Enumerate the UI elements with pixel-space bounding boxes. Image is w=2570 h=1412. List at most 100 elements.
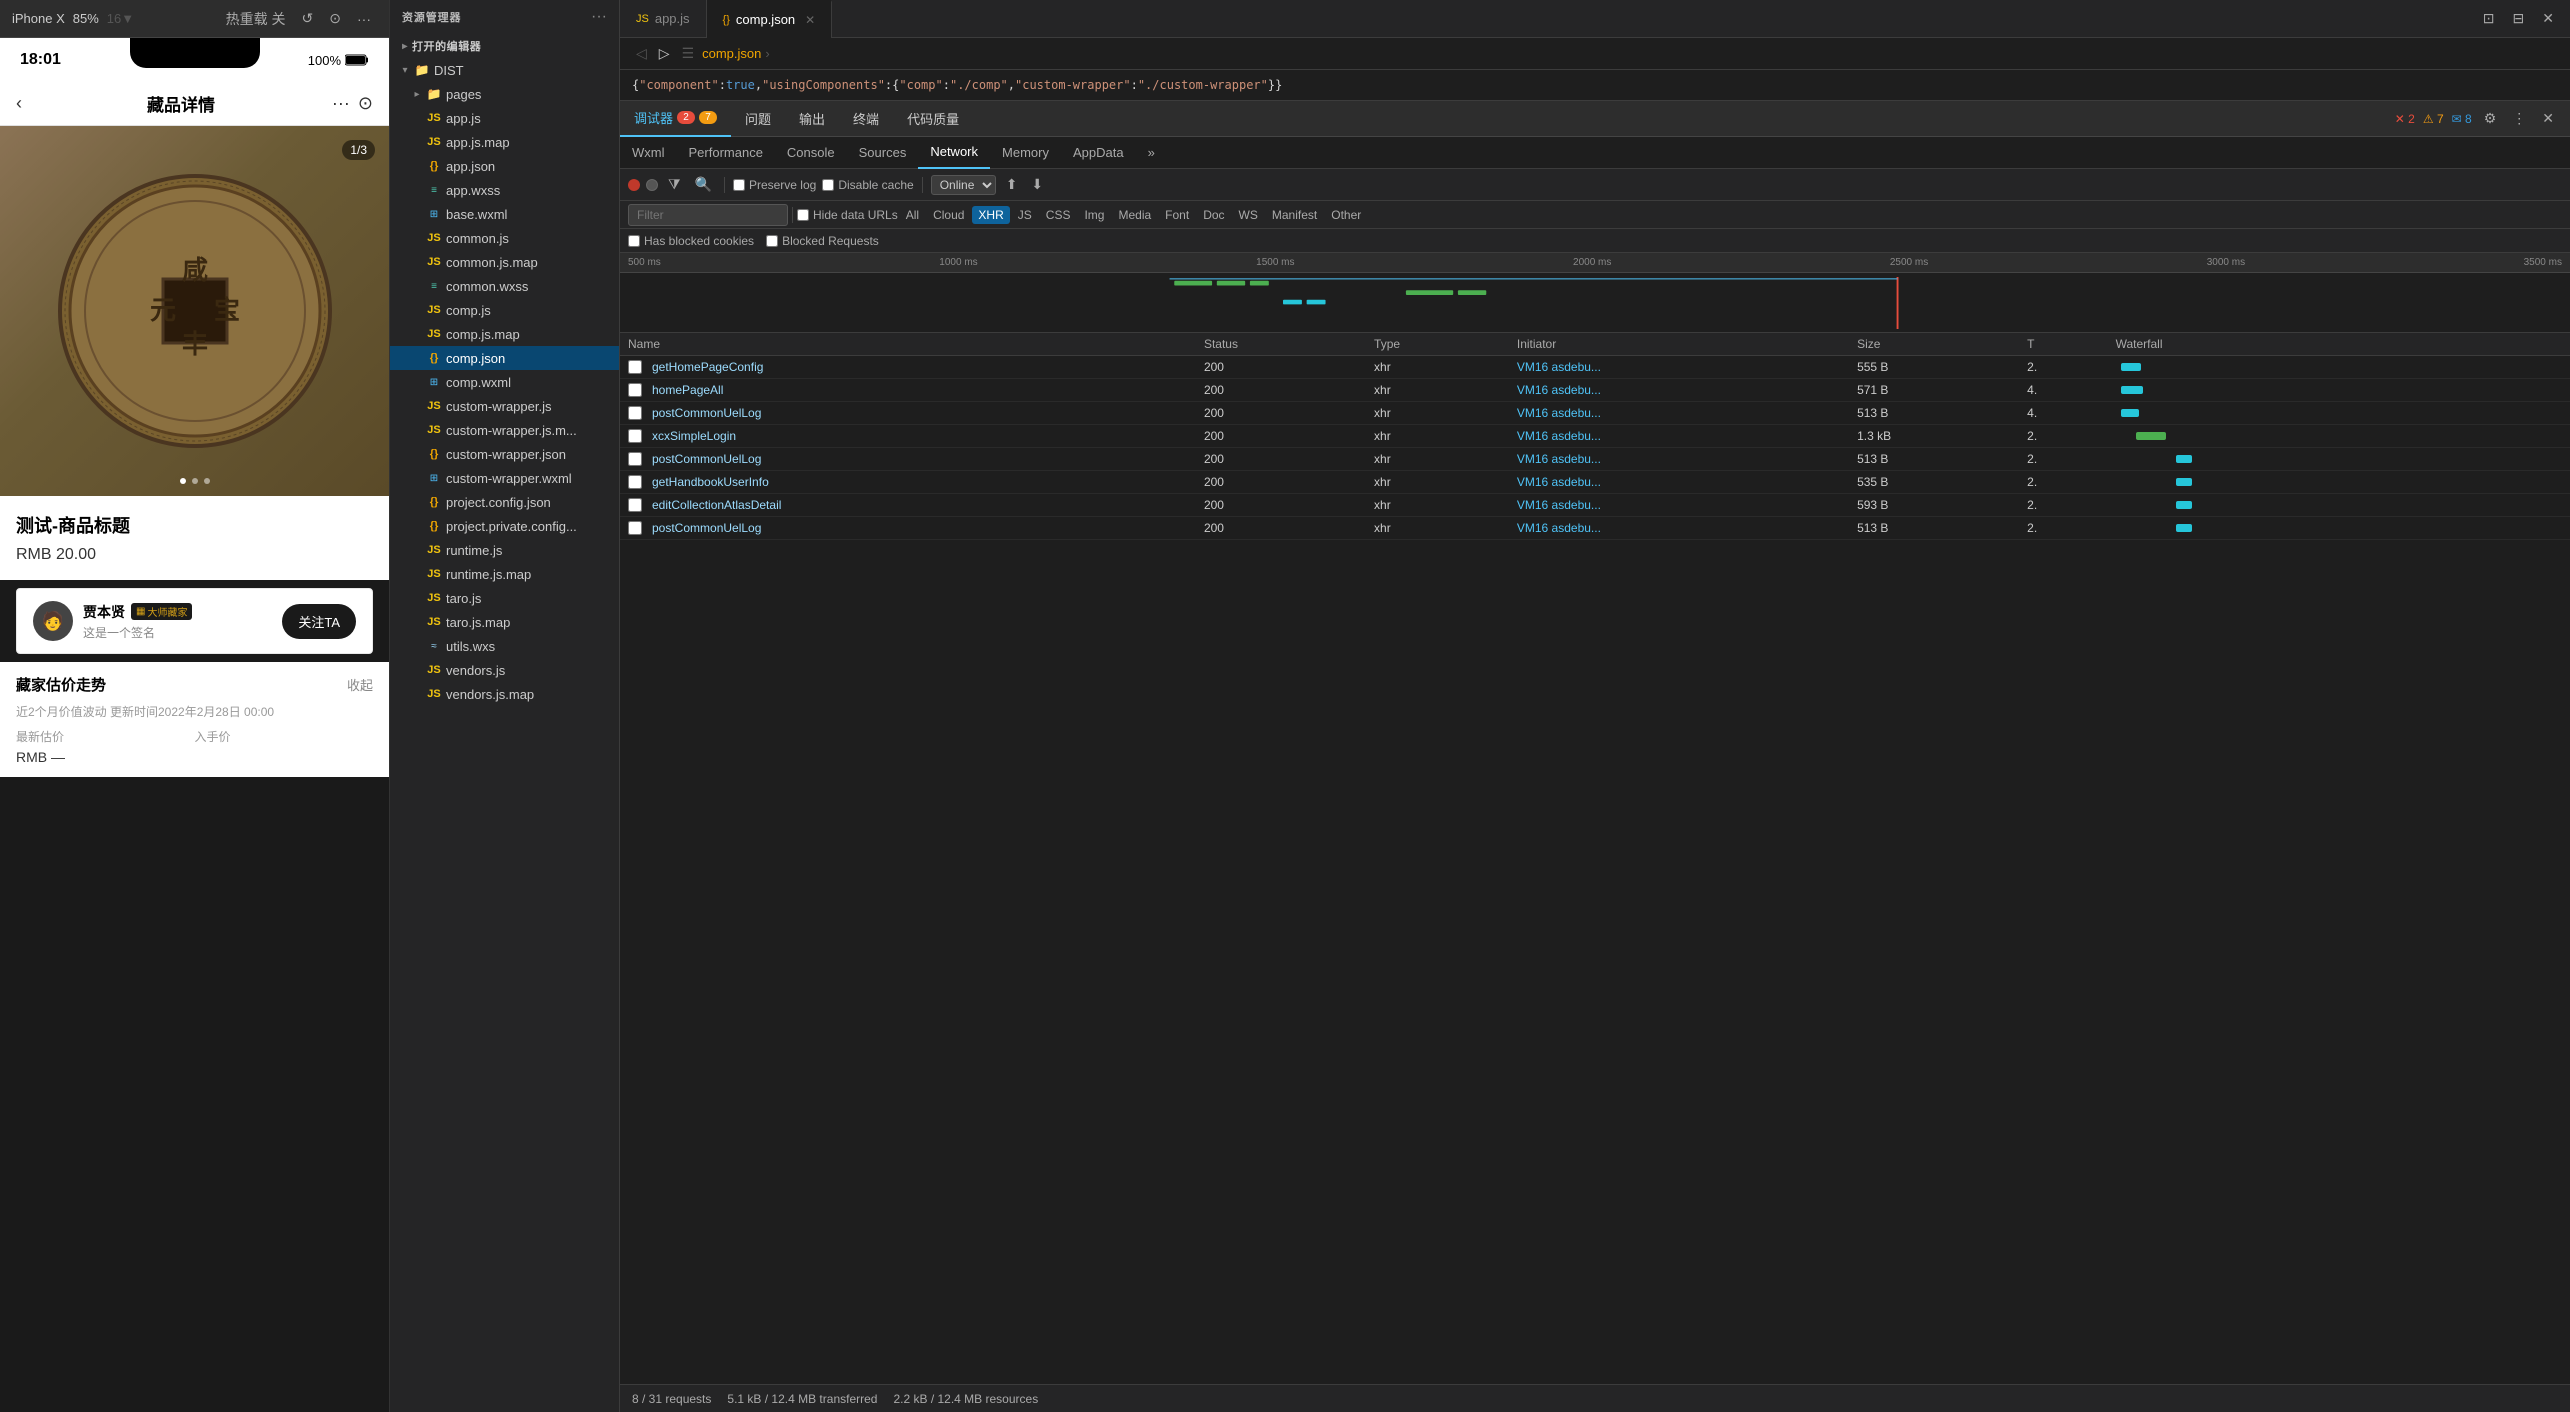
breadcrumb-forward-btn[interactable]: ▷	[655, 43, 674, 64]
devtools-layout-btn[interactable]: ⊟	[2509, 8, 2529, 29]
file-customwrapperjsmap[interactable]: JS custom-wrapper.js.m...	[390, 418, 619, 442]
file-compjsmap[interactable]: JS comp.js.map	[390, 322, 619, 346]
row-checkbox-4[interactable]	[628, 452, 642, 466]
file-appwxss[interactable]: ≡ app.wxss	[390, 178, 619, 202]
record-btn[interactable]: ⊙	[323, 7, 347, 31]
filter-all[interactable]: All	[900, 206, 925, 224]
file-runtimejs[interactable]: JS runtime.js	[390, 538, 619, 562]
preserve-log-label[interactable]: Preserve log	[733, 178, 816, 192]
file-vendorsjs[interactable]: JS vendors.js	[390, 658, 619, 682]
file-tarojsmap[interactable]: JS taro.js.map	[390, 610, 619, 634]
file-projectconfig[interactable]: {} project.config.json	[390, 490, 619, 514]
blocked-requests-label[interactable]: Blocked Requests	[766, 234, 879, 248]
tab-memory[interactable]: Memory	[990, 137, 1061, 169]
tab-compjson[interactable]: {} comp.json ✕	[707, 0, 833, 38]
file-customwrapperjs[interactable]: JS custom-wrapper.js	[390, 394, 619, 418]
row-checkbox-2[interactable]	[628, 406, 642, 420]
table-row[interactable]: editCollectionAtlasDetail 200 xhr VM16 a…	[620, 494, 2570, 517]
breadcrumb-back-btn[interactable]: ◁	[632, 43, 651, 64]
table-row[interactable]: getHomePageConfig 200 xhr VM16 asdebu...…	[620, 356, 2570, 379]
tab-terminal[interactable]: 终端	[839, 101, 893, 137]
filter-xhr[interactable]: XHR	[972, 206, 1009, 224]
tab-issues[interactable]: 问题	[731, 101, 785, 137]
clear-circle[interactable]	[646, 179, 658, 191]
file-utilswxs[interactable]: ≈ utils.wxs	[390, 634, 619, 658]
tab-network[interactable]: Network	[918, 137, 990, 169]
initiator-link-3[interactable]: VM16 asdebu...	[1517, 429, 1601, 443]
tab-more[interactable]: »	[1136, 137, 1167, 169]
tab-output[interactable]: 输出	[785, 101, 839, 137]
more-options-btn[interactable]: ···	[332, 93, 350, 114]
hide-data-urls-checkbox[interactable]	[797, 209, 809, 221]
breadcrumb-menu-btn[interactable]: ☰	[678, 43, 699, 64]
file-commonwxss[interactable]: ≡ common.wxss	[390, 274, 619, 298]
file-projectprivate[interactable]: {} project.private.config...	[390, 514, 619, 538]
file-compjson[interactable]: {} comp.json	[390, 346, 619, 370]
file-appjson[interactable]: {} app.json	[390, 154, 619, 178]
file-customwrapperwxml[interactable]: ⊞ custom-wrapper.wxml	[390, 466, 619, 490]
filter-cloud[interactable]: Cloud	[927, 206, 970, 224]
row-checkbox-3[interactable]	[628, 429, 642, 443]
pages-folder[interactable]: ▸ 📁 pages	[390, 82, 619, 106]
throttle-select[interactable]: Online	[931, 175, 996, 195]
initiator-link-0[interactable]: VM16 asdebu...	[1517, 360, 1601, 374]
disable-cache-label[interactable]: Disable cache	[822, 178, 913, 192]
blocked-requests-checkbox[interactable]	[766, 235, 778, 247]
file-compjs[interactable]: JS comp.js	[390, 298, 619, 322]
refresh-btn[interactable]: ↺	[296, 7, 320, 31]
table-row[interactable]: homePageAll 200 xhr VM16 asdebu... 571 B…	[620, 379, 2570, 402]
row-checkbox-0[interactable]	[628, 360, 642, 374]
file-tarojs[interactable]: JS taro.js	[390, 586, 619, 610]
row-checkbox-7[interactable]	[628, 521, 642, 535]
blocked-cookies-checkbox[interactable]	[628, 235, 640, 247]
tab-codequality[interactable]: 代码质量	[893, 101, 973, 137]
table-row[interactable]: postCommonUelLog 200 xhr VM16 asdebu... …	[620, 448, 2570, 471]
devtools-remote-btn[interactable]: ⊡	[2479, 8, 2499, 29]
follow-button[interactable]: 关注TA	[282, 604, 356, 639]
dt-close-btn[interactable]: ✕	[2538, 108, 2558, 129]
back-button[interactable]: ‹	[16, 93, 22, 114]
filter-media[interactable]: Media	[1112, 206, 1157, 224]
tab-sources[interactable]: Sources	[847, 137, 919, 169]
filter-font[interactable]: Font	[1159, 206, 1195, 224]
tab-wxml[interactable]: Wxml	[620, 137, 677, 169]
explorer-more-btn[interactable]: ···	[591, 8, 607, 26]
filter-img[interactable]: Img	[1078, 206, 1110, 224]
network-table-container[interactable]: Name Status Type Initiator Size T Waterf…	[620, 333, 2570, 1384]
file-runtimejsmap[interactable]: JS runtime.js.map	[390, 562, 619, 586]
filter-input[interactable]	[628, 204, 788, 226]
tab-performance[interactable]: Performance	[677, 137, 775, 169]
filter-other[interactable]: Other	[1325, 206, 1367, 224]
file-compwxml[interactable]: ⊞ comp.wxml	[390, 370, 619, 394]
share-btn[interactable]: ⊙	[358, 93, 373, 114]
tab-appdata[interactable]: AppData	[1061, 137, 1136, 169]
tab-debugger[interactable]: 调试器 2 7	[620, 101, 731, 137]
close-tab-icon[interactable]: ✕	[805, 13, 815, 27]
settings-btn[interactable]: ⚙	[2480, 108, 2501, 129]
download-btn[interactable]: ⬇	[1027, 174, 1047, 195]
expand-btn[interactable]: ⋮	[2508, 108, 2530, 129]
table-row[interactable]: xcxSimpleLogin 200 xhr VM16 asdebu... 1.…	[620, 425, 2570, 448]
filter-icon-btn[interactable]: ⧩	[664, 174, 685, 195]
blocked-cookies-label[interactable]: Has blocked cookies	[628, 234, 754, 248]
disable-cache-checkbox[interactable]	[822, 179, 834, 191]
initiator-link-5[interactable]: VM16 asdebu...	[1517, 475, 1601, 489]
initiator-link-6[interactable]: VM16 asdebu...	[1517, 498, 1601, 512]
initiator-link-7[interactable]: VM16 asdebu...	[1517, 521, 1601, 535]
initiator-link-4[interactable]: VM16 asdebu...	[1517, 452, 1601, 466]
initiator-link-2[interactable]: VM16 asdebu...	[1517, 406, 1601, 420]
hide-data-urls-label[interactable]: Hide data URLs	[797, 208, 898, 222]
file-basewxml[interactable]: ⊞ base.wxml	[390, 202, 619, 226]
filter-doc[interactable]: Doc	[1197, 206, 1230, 224]
upload-btn[interactable]: ⬆	[1002, 174, 1022, 195]
record-circle[interactable]	[628, 179, 640, 191]
file-customwrapperjson[interactable]: {} custom-wrapper.json	[390, 442, 619, 466]
row-checkbox-6[interactable]	[628, 498, 642, 512]
tab-appjs[interactable]: JS app.js	[620, 0, 707, 38]
dist-folder[interactable]: ▾ 📁 DIST	[390, 58, 619, 82]
row-checkbox-1[interactable]	[628, 383, 642, 397]
filter-css[interactable]: CSS	[1040, 206, 1077, 224]
devtools-close-btn[interactable]: ✕	[2538, 8, 2558, 29]
tab-console[interactable]: Console	[775, 137, 847, 169]
filter-manifest[interactable]: Manifest	[1266, 206, 1323, 224]
